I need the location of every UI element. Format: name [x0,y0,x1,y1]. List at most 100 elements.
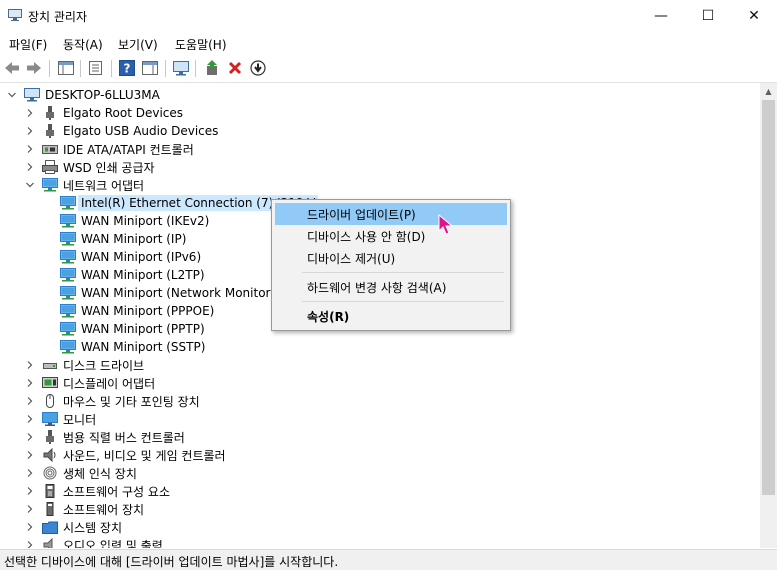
device-manager-icon [8,9,22,21]
network-adapter-icon [60,340,76,354]
tree-root[interactable]: DESKTOP-6LLU3MA [6,86,160,104]
console-tree-icon[interactable] [57,59,75,77]
tree-item-label: WSD 인쇄 공급자 [63,160,155,175]
chevron-down-icon[interactable] [24,179,36,191]
chevron-right-icon[interactable] [24,125,36,137]
tree-item-label: WAN Miniport (PPPOE) [81,304,215,318]
menu-help[interactable]: 도움말(H) [175,36,227,53]
menu-file[interactable]: 파일(F) [9,36,47,53]
menu-separator [302,301,504,302]
network-adapter-icon [60,250,76,264]
tree-item-label: 범용 직렬 버스 컨트롤러 [63,430,185,445]
tree-device[interactable]: WAN Miniport (PPPOE) [42,302,214,320]
tree-category[interactable]: 사운드, 비디오 및 게임 컨트롤러 [24,446,226,464]
tree-device[interactable]: WAN Miniport (IKEv2) [42,212,209,230]
scan-hardware-icon[interactable] [172,59,190,77]
tree-device[interactable]: WAN Miniport (L2TP) [42,266,205,284]
tree-item-label: WAN Miniport (IPv6) [81,250,202,264]
chevron-right-icon[interactable] [24,485,36,497]
software-component-icon [45,484,55,498]
tree-category[interactable]: 디스플레이 어댑터 [24,374,155,392]
network-adapter-icon [60,196,76,210]
tree-category[interactable]: IDE ATA/ATAPI 컨트롤러 [24,140,194,158]
tree-device[interactable]: WAN Miniport (IPv6) [42,248,201,266]
back-arrow-icon[interactable] [3,59,21,77]
mouse-icon [46,394,54,408]
tree-category[interactable]: 마우스 및 기타 포인팅 장치 [24,392,200,410]
chevron-right-icon[interactable] [24,107,36,119]
tree-device[interactable]: WAN Miniport (Network Monitor) [42,284,275,302]
status-bar: 선택한 디바이스에 대해 [드라이버 업데이트 마법사]를 시작합니다. [0,549,777,570]
chevron-down-icon[interactable] [6,89,18,101]
vertical-scrollbar[interactable]: ▲ [760,83,777,548]
tree-category[interactable]: 네트워크 어댑터 [24,176,144,194]
menu-separator [302,272,504,273]
tree-device[interactable]: WAN Miniport (SSTP) [42,338,205,356]
tree-device[interactable]: WAN Miniport (IP) [42,230,186,248]
printer-icon [42,160,58,174]
help-icon[interactable]: ? [118,59,136,77]
chevron-right-icon[interactable] [24,377,36,389]
chevron-right-icon[interactable] [24,359,36,371]
display-adapter-icon [42,377,58,388]
toolbar-separator [165,60,166,77]
chevron-right-icon[interactable] [24,503,36,515]
chevron-right-icon[interactable] [24,161,36,173]
toolbar-separator [49,60,50,77]
tree-item-label: WAN Miniport (SSTP) [81,340,206,354]
chevron-right-icon[interactable] [24,395,36,407]
network-adapter-icon [60,214,76,228]
window-title: 장치 관리자 [28,10,88,24]
tree-category[interactable]: 디스크 드라이브 [24,356,144,374]
usb-icon [46,106,54,120]
update-driver-icon[interactable] [203,59,221,77]
uninstall-x-icon[interactable] [226,59,244,77]
properties-icon[interactable] [87,59,105,77]
tree-device[interactable]: WAN Miniport (PPTP) [42,320,205,338]
tree-item-label: 디스플레이 어댑터 [63,376,156,391]
tree-item-label: Elgato Root Devices [63,106,184,120]
menu-view[interactable]: 보기(V) [118,36,158,53]
chevron-right-icon[interactable] [24,467,36,479]
toolbar: ? [0,54,777,83]
chevron-right-icon[interactable] [24,143,36,155]
speaker-icon [43,448,56,462]
chevron-right-icon[interactable] [24,521,36,533]
tree-item-label: 오디오 입력 및 출력 [63,538,163,549]
tree-category[interactable]: Elgato USB Audio Devices [24,122,218,140]
tree-item-label: 모니터 [63,412,97,427]
tree-category[interactable]: 시스템 장치 [24,518,122,536]
chevron-right-icon[interactable] [24,539,36,548]
scrollbar-thumb[interactable] [762,100,775,495]
tree-item-label: 사운드, 비디오 및 게임 컨트롤러 [63,448,226,463]
menu-scan-hardware[interactable]: 하드웨어 변경 사항 검색(A) [275,276,507,298]
tree-category[interactable]: 오디오 입력 및 출력 [24,536,163,548]
close-button[interactable]: ✕ [731,0,777,32]
tree-category[interactable]: WSD 인쇄 공급자 [24,158,155,176]
forward-arrow-icon[interactable] [25,59,43,77]
download-circle-icon[interactable] [249,59,267,77]
minimize-button[interactable]: — [638,0,684,32]
action-pane-icon[interactable] [141,59,159,77]
menu-uninstall-device[interactable]: 디바이스 제거(U) [275,247,507,269]
chevron-right-icon[interactable] [24,413,36,425]
tree-category[interactable]: 모니터 [24,410,96,428]
chevron-right-icon[interactable] [24,431,36,443]
system-folder-icon [42,521,58,534]
scroll-up-icon[interactable]: ▲ [760,83,777,100]
menu-properties[interactable]: 속성(R) [275,305,507,327]
maximize-button[interactable]: ☐ [685,0,731,32]
network-adapter-icon [60,304,76,318]
menu-update-driver[interactable]: 드라이버 업데이트(P) [275,203,507,225]
tree-category[interactable]: 소프트웨어 구성 요소 [24,482,170,500]
menu-bar: 파일(F) 동작(A) 보기(V) 도움말(H) [0,32,777,54]
tree-item-label: 소프트웨어 장치 [63,502,145,517]
menu-disable-device[interactable]: 디바이스 사용 안 함(D) [275,225,507,247]
tree-category[interactable]: 소프트웨어 장치 [24,500,144,518]
menu-action[interactable]: 동작(A) [63,36,103,53]
chevron-right-icon[interactable] [24,449,36,461]
tree-category[interactable]: 범용 직렬 버스 컨트롤러 [24,428,185,446]
network-adapter-icon [60,322,76,336]
tree-category[interactable]: 생체 인식 장치 [24,464,137,482]
tree-category[interactable]: Elgato Root Devices [24,104,183,122]
